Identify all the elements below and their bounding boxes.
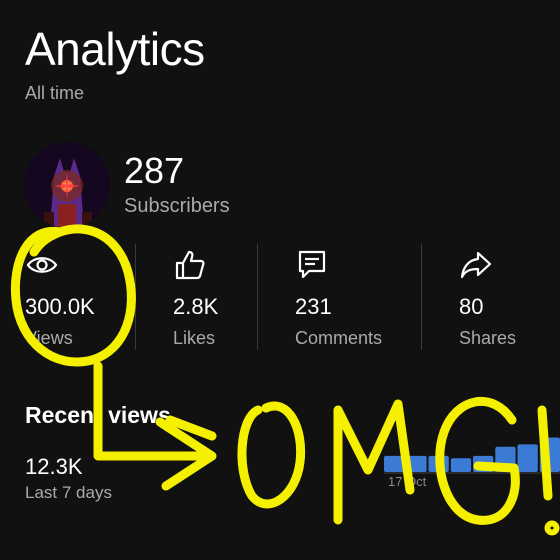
chart-bar [495,446,516,472]
stat-label: Likes [173,328,216,348]
thumbs-up-icon [175,250,205,280]
divider [421,244,422,350]
chart-bar [473,455,494,472]
chart-bar [517,444,538,472]
stat-value: 2.8K [173,294,219,319]
annotation-dot [544,520,560,536]
subscriber-label: Subscribers [124,195,230,217]
eye-icon [26,257,58,273]
annotation-letter-o [237,401,306,509]
stat-label: Views [25,328,73,348]
stat-value: 231 [295,294,332,319]
share-icon [460,251,492,279]
chart-bar [450,458,472,472]
comment-icon [298,250,326,279]
stat-label: Comments [295,328,383,348]
divider [135,244,136,350]
stat-label: Shares [459,328,517,348]
recent-views-period: Last 7 days [25,483,112,502]
recent-views-chart[interactable] [384,420,560,520]
stat-value: 80 [459,294,484,319]
divider [257,244,258,350]
analytics-screen: Analytics All time 287 Subscribers 300.0… [0,0,560,560]
chart-tick-label: 17 Oct [388,474,427,489]
page-title: Analytics [25,23,205,75]
channel-avatar[interactable] [24,142,110,228]
recent-views-title: Recent views [25,402,171,428]
chart-bar [384,455,405,472]
chart-bar [406,455,427,472]
chart-bar [539,437,560,472]
subscriber-count: 287 [124,150,185,191]
avatar-image [24,142,110,228]
stat-value: 300.0K [25,294,95,319]
recent-views-value: 12.3K [25,454,83,479]
date-range-label[interactable]: All time [25,83,84,104]
chart-bar [428,455,449,472]
